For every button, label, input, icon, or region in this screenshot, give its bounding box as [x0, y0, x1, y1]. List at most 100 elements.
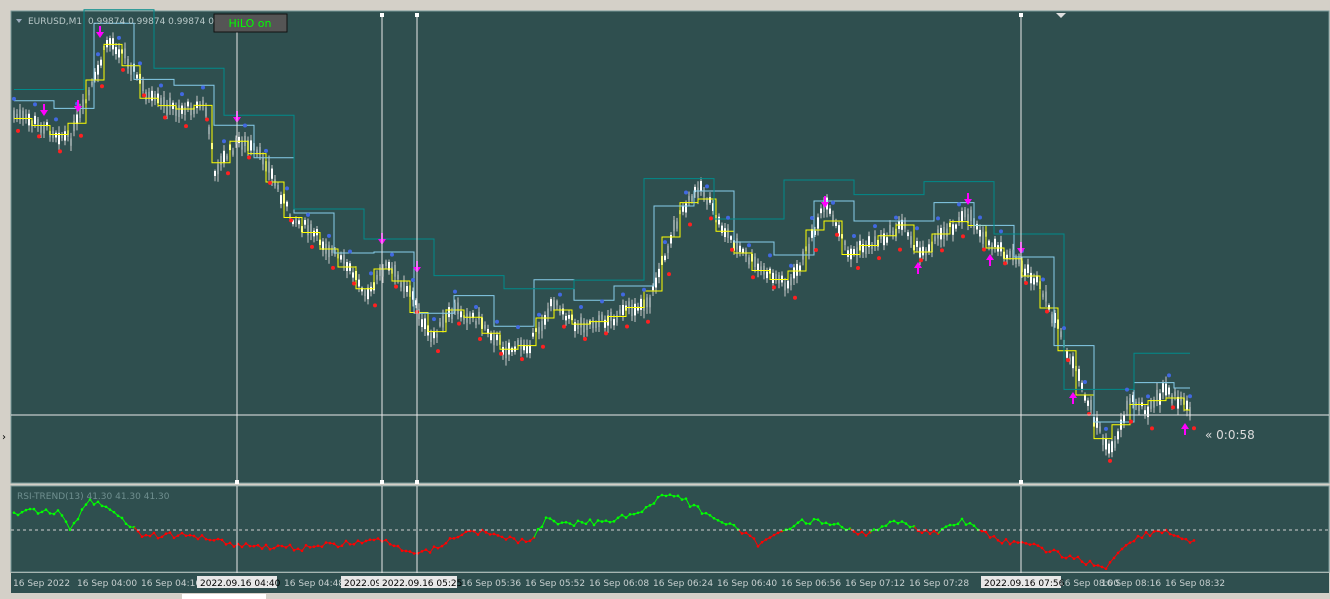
swing-high-dot — [831, 200, 835, 205]
price-candle — [1081, 382, 1083, 390]
crosshair-time-label: 2022.09.16 07:56 — [984, 579, 1065, 589]
swing-high-dot — [894, 215, 898, 220]
vline-handle[interactable] — [415, 13, 419, 17]
price-candle — [568, 315, 570, 319]
hilo-toggle-button[interactable]: HiLO on — [213, 13, 288, 33]
price-candle — [640, 298, 642, 310]
price-candle — [718, 216, 720, 225]
price-candle — [304, 220, 306, 225]
price-candle — [115, 46, 117, 55]
price-candle — [37, 119, 39, 126]
crosshair-time-label: 2022.09 — [344, 579, 381, 589]
price-candle — [817, 217, 819, 229]
price-candle — [457, 302, 459, 315]
price-candle — [742, 248, 744, 253]
tab-active[interactable] — [182, 594, 266, 599]
rsi-indicator-label: RSI-TREND(13) 41.30 41.30 41.30 — [17, 492, 170, 502]
vline-handle[interactable] — [1019, 13, 1023, 17]
swing-low-dot — [331, 265, 335, 270]
price-candle — [922, 246, 924, 256]
price-candle — [1147, 406, 1149, 418]
main-chart-area[interactable] — [10, 10, 1330, 484]
price-candle — [1009, 250, 1011, 258]
price-candle — [262, 157, 264, 165]
price-candle — [988, 240, 990, 246]
price-candle — [619, 309, 621, 314]
price-candle — [1090, 399, 1092, 410]
swing-high-dot — [663, 240, 667, 245]
price-candle — [676, 221, 678, 229]
price-candle — [496, 334, 498, 341]
price-candle — [358, 279, 360, 287]
swing-high-dot — [285, 186, 289, 191]
price-candle — [964, 209, 966, 218]
swing-high-dot — [1146, 394, 1150, 399]
swing-high-dot — [705, 184, 709, 189]
price-candle — [1114, 441, 1116, 448]
swing-high-dot — [537, 312, 541, 317]
price-candle — [1060, 331, 1062, 338]
price-candle — [1129, 398, 1131, 405]
price-candle — [511, 347, 513, 353]
swing-high-dot — [474, 305, 478, 310]
swing-high-dot — [306, 212, 310, 217]
vline-handle[interactable] — [235, 480, 239, 484]
price-candle — [13, 110, 15, 119]
swing-high-dot — [978, 215, 982, 220]
price-candle — [424, 318, 426, 330]
vline-handle[interactable] — [380, 480, 384, 484]
price-candle — [784, 282, 786, 291]
price-candle — [439, 322, 441, 326]
swing-high-dot — [999, 229, 1003, 234]
price-candle — [448, 307, 450, 318]
price-candle — [178, 105, 180, 117]
price-candle — [517, 340, 519, 346]
price-candle — [829, 208, 831, 214]
price-candle — [532, 332, 534, 337]
swing-high-dot — [96, 52, 100, 57]
price-candle — [256, 149, 258, 154]
time-label: 16 Sep 06:08 — [589, 579, 649, 589]
swing-low-dot — [58, 149, 62, 154]
price-candle — [562, 308, 564, 315]
price-candle — [376, 274, 378, 280]
swing-low-dot — [142, 93, 146, 98]
swing-high-dot — [138, 61, 142, 66]
swing-low-dot — [919, 258, 923, 263]
vline-handle[interactable] — [415, 480, 419, 484]
price-candle — [343, 254, 345, 264]
price-candle — [1027, 264, 1029, 274]
symbol-label: EURUSD,M1 — [28, 17, 82, 27]
swing-high-dot — [936, 216, 940, 221]
swing-high-dot — [117, 35, 121, 40]
price-candle — [1186, 400, 1188, 411]
price-candle — [1024, 268, 1026, 277]
swing-high-dot — [411, 277, 415, 282]
swing-low-dot — [100, 84, 104, 89]
price-candle — [847, 250, 849, 257]
swing-high-dot — [747, 243, 751, 248]
price-candle — [1033, 278, 1035, 285]
price-candle — [889, 224, 891, 233]
price-candle — [604, 319, 606, 328]
scroll-arrow-icon[interactable]: › — [2, 432, 6, 443]
price-candle — [313, 230, 315, 237]
price-candle — [844, 241, 846, 246]
vline-handle[interactable] — [1019, 480, 1023, 484]
price-candle — [646, 297, 648, 308]
swing-low-dot — [1150, 426, 1154, 431]
price-candle — [736, 238, 738, 250]
price-candle — [214, 170, 216, 176]
price-candle — [199, 104, 201, 109]
swing-low-dot — [1192, 426, 1196, 431]
rsi-subwindow[interactable] — [10, 485, 1330, 573]
swing-high-dot — [222, 139, 226, 144]
vline-handle[interactable] — [380, 13, 384, 17]
trading-chart[interactable]: › EURUSD,M1 0.99874 0.99874 0.99874 0.99… — [0, 0, 1330, 599]
price-candle — [268, 161, 270, 173]
price-candle — [787, 280, 789, 289]
swing-low-dot — [268, 180, 272, 185]
price-candle — [1084, 394, 1086, 401]
price-candle — [1117, 431, 1119, 440]
swing-low-dot — [310, 244, 314, 249]
